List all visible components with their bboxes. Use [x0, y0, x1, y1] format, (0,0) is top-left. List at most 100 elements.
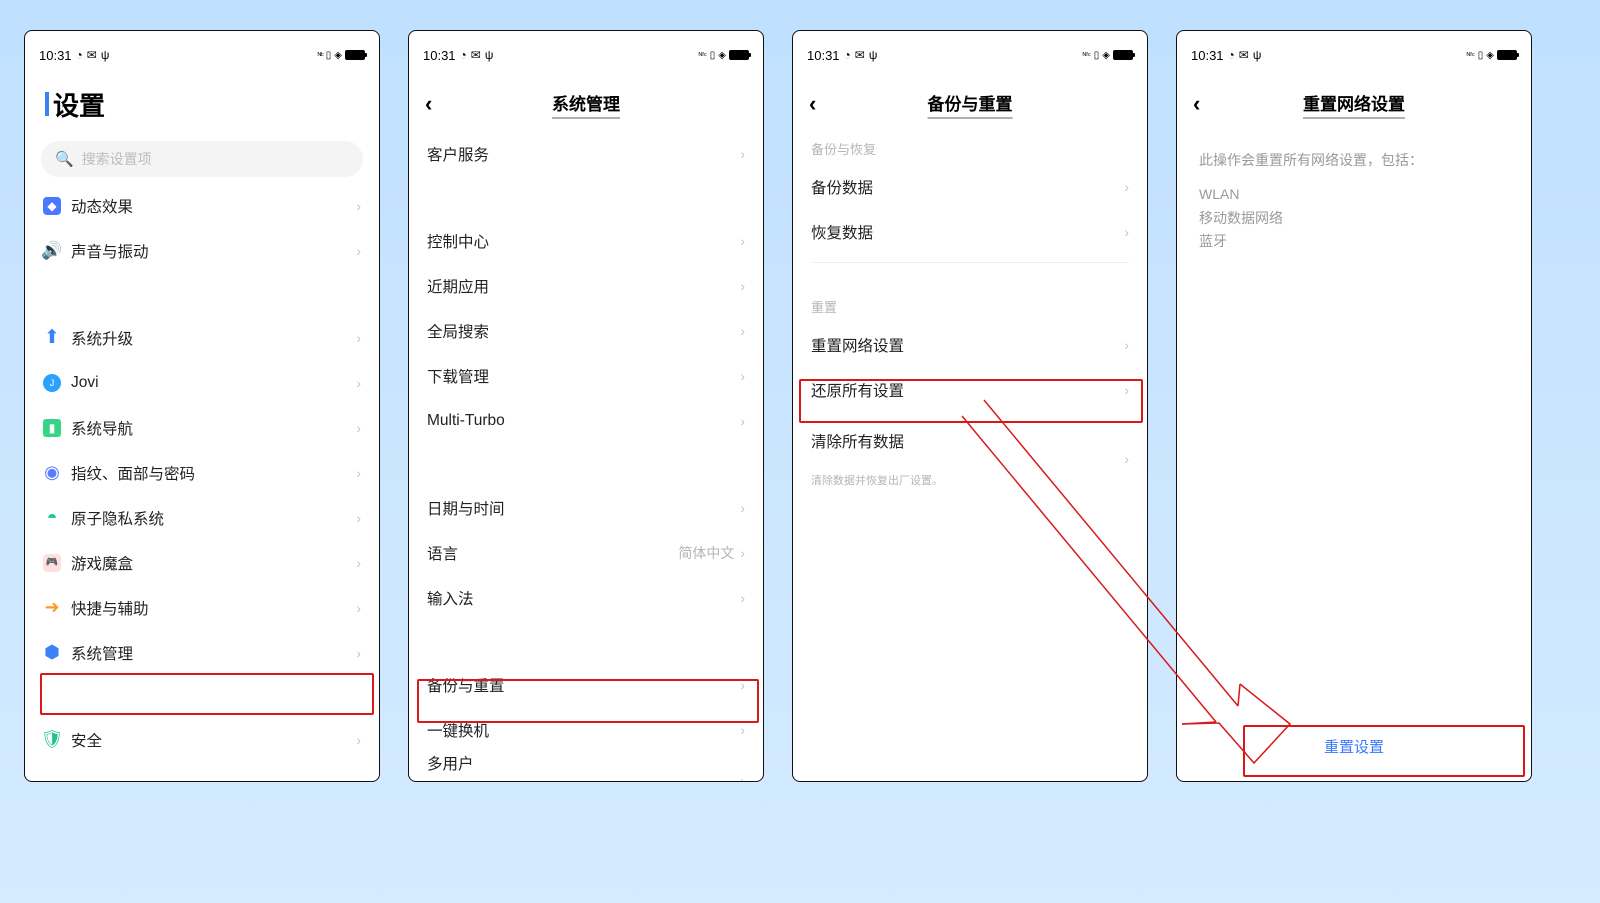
chevron-right-icon: ›	[356, 600, 361, 616]
row-control-center[interactable]: 控制中心›	[409, 218, 763, 263]
phone-screen-system-management: 10:31◔✉ψ ᴺᶠᶜ▯◈ ‹ 系统管理 客户服务› 控制中心› 近期应用› …	[408, 30, 764, 782]
page-title: 系统管理	[552, 90, 620, 119]
row-multi-user[interactable]: 多用户当前登录的用户：机主›	[409, 752, 763, 781]
spacer	[409, 443, 763, 485]
row-subtitle: 清除数据并恢复出厂设置。	[811, 472, 943, 488]
spacer	[409, 620, 763, 662]
row-input-method[interactable]: 输入法›	[409, 575, 763, 620]
usb-icon: ψ	[101, 48, 110, 62]
nfc-icon: ᴺᶠᶜ	[1083, 51, 1091, 60]
search-input[interactable]: 🔍 搜索设置项	[41, 141, 363, 177]
clock-icon: ◔	[460, 48, 467, 62]
sim-icon: ▯	[1094, 50, 1100, 61]
message-icon: ✉	[87, 48, 97, 62]
message-icon: ✉	[1239, 48, 1249, 62]
chevron-right-icon: ›	[740, 413, 745, 429]
reset-settings-button[interactable]: 重置设置	[1197, 723, 1511, 769]
message-icon: ✉	[855, 48, 865, 62]
row-jovi[interactable]: JJovi›	[25, 360, 379, 405]
settings-list: 客户服务› 控制中心› 近期应用› 全局搜索› 下载管理› Multi-Turb…	[409, 131, 763, 781]
speaker-icon: 🔊	[43, 242, 61, 260]
shield-icon: ◓	[43, 509, 61, 527]
spacer	[25, 675, 379, 717]
row-security[interactable]: 🛡安全›	[25, 717, 379, 762]
info-description: 此操作会重置所有网络设置，包括：	[1177, 131, 1531, 179]
chevron-right-icon: ›	[740, 677, 745, 693]
security-shield-icon: 🛡	[43, 731, 61, 749]
row-reset-all-settings[interactable]: 还原所有设置›	[793, 367, 1147, 412]
row-backup-reset[interactable]: 备份与重置›	[409, 662, 763, 707]
chevron-right-icon: ›	[356, 555, 361, 571]
row-clear-all-data[interactable]: 清除所有数据清除数据并恢复出厂设置。›	[793, 430, 1147, 488]
status-time: 10:31	[1191, 48, 1224, 63]
info-item-mobile-data: 移动数据网络	[1199, 207, 1509, 231]
reset-settings-label: 重置设置	[1324, 736, 1384, 757]
row-global-search[interactable]: 全局搜索›	[409, 308, 763, 353]
divider	[811, 262, 1129, 263]
row-language[interactable]: 语言简体中文›	[409, 530, 763, 575]
row-shortcuts[interactable]: ➜快捷与辅助›	[25, 585, 379, 630]
row-restore-data[interactable]: 恢复数据›	[793, 209, 1147, 254]
wifi-icon: ◈	[718, 50, 726, 61]
clock-icon: ◔	[76, 48, 83, 62]
language-value: 简体中文	[678, 543, 734, 563]
chevron-right-icon: ›	[356, 732, 361, 748]
usb-icon: ψ	[1253, 48, 1262, 62]
status-bar: 10:31 ◔ ✉ ψ ᴺᶠᶜ ▯ ◈	[25, 41, 379, 69]
row-date-time[interactable]: 日期与时间›	[409, 485, 763, 530]
chevron-right-icon: ›	[1124, 451, 1129, 467]
chevron-right-icon: ›	[1124, 337, 1129, 353]
screen-header: ‹ 备份与重置	[793, 77, 1147, 131]
row-customer-service[interactable]: 客户服务›	[409, 131, 763, 176]
nfc-icon: ᴺᶠᶜ	[1467, 51, 1475, 60]
status-time: 10:31	[423, 48, 456, 63]
sim-icon: ▯	[326, 50, 332, 61]
spacer	[409, 176, 763, 218]
row-recent-apps[interactable]: 近期应用›	[409, 263, 763, 308]
chevron-right-icon: ›	[356, 330, 361, 346]
status-bar: 10:31◔✉ψ ᴺᶠᶜ▯◈	[793, 41, 1147, 69]
phone-screen-settings: 10:31 ◔ ✉ ψ ᴺᶠᶜ ▯ ◈ 设置 🔍 搜索设置项 ◆动态效果› 🔊声…	[24, 30, 380, 782]
row-fingerprint[interactable]: ◉指纹、面部与密码›	[25, 450, 379, 495]
usb-icon: ψ	[485, 48, 494, 62]
fingerprint-icon: ◉	[43, 464, 61, 482]
battery-icon	[1497, 50, 1517, 60]
screen-header: ‹ 系统管理	[409, 77, 763, 131]
row-multi-turbo[interactable]: Multi-Turbo›	[409, 398, 763, 443]
info-list: WLAN 移动数据网络 蓝牙	[1177, 179, 1531, 258]
row-download-manager[interactable]: 下载管理›	[409, 353, 763, 398]
back-button[interactable]: ‹	[809, 91, 816, 117]
phone-screen-backup-reset: 10:31◔✉ψ ᴺᶠᶜ▯◈ ‹ 备份与重置 备份与恢复 备份数据› 恢复数据›…	[792, 30, 1148, 782]
row-system-upgrade[interactable]: ⬆系统升级›	[25, 315, 379, 360]
back-button[interactable]: ‹	[1193, 91, 1200, 117]
row-easy-share[interactable]: 一键换机›	[409, 707, 763, 752]
row-privacy[interactable]: ◓原子隐私系统›	[25, 495, 379, 540]
info-item-wlan: WLAN	[1199, 183, 1509, 207]
row-system-nav[interactable]: ▮系统导航›	[25, 405, 379, 450]
wifi-icon: ◈	[1486, 50, 1494, 61]
clock-icon: ◔	[1228, 48, 1235, 62]
screen-header: 设置	[25, 77, 379, 131]
chevron-right-icon: ›	[356, 375, 361, 391]
row-system-management[interactable]: ⬢系统管理›	[25, 630, 379, 675]
chevron-right-icon: ›	[740, 278, 745, 294]
settings-list: ◆动态效果› 🔊声音与振动› ⬆系统升级› JJovi› ▮系统导航› ◉指纹、…	[25, 183, 379, 781]
chevron-right-icon: ›	[740, 500, 745, 516]
page-title: 重置网络设置	[1303, 90, 1405, 119]
chevron-right-icon: ›	[740, 233, 745, 249]
chevron-right-icon: ›	[740, 146, 745, 162]
row-sound-vibration[interactable]: 🔊声音与振动›	[25, 228, 379, 273]
row-backup-data[interactable]: 备份数据›	[793, 164, 1147, 209]
spacer	[793, 271, 1147, 289]
nav-icon: ▮	[43, 419, 61, 437]
chevron-right-icon: ›	[740, 323, 745, 339]
row-dynamic-effects[interactable]: ◆动态效果›	[25, 183, 379, 228]
gear-icon: ⬢	[43, 644, 61, 662]
row-game-box[interactable]: 🎮游戏魔盒›	[25, 540, 379, 585]
wifi-icon: ◈	[334, 50, 342, 61]
status-time: 10:31	[807, 48, 840, 63]
chevron-right-icon: ›	[740, 545, 745, 561]
back-button[interactable]: ‹	[425, 91, 432, 117]
row-reset-network[interactable]: 重置网络设置›	[793, 322, 1147, 367]
chevron-right-icon: ›	[1124, 224, 1129, 240]
